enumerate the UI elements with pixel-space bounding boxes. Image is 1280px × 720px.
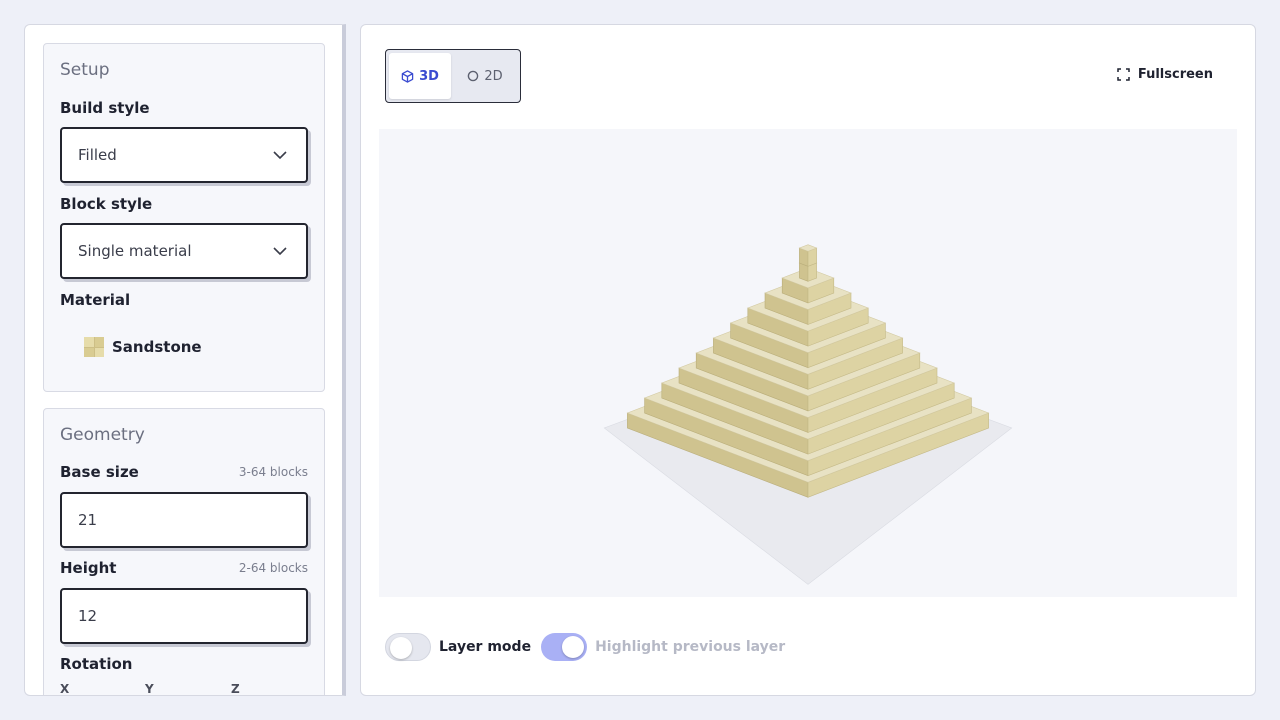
rotation-axis-z: Z — [231, 682, 240, 696]
rotation-label: Rotation — [60, 655, 133, 673]
geometry-card: Geometry Base size 3-64 blocks 21 Height… — [43, 408, 325, 696]
sandstone-swatch-icon — [84, 337, 104, 357]
fullscreen-button[interactable]: Fullscreen — [1117, 67, 1213, 82]
build-style-value: Filled — [78, 146, 117, 164]
layer-mode-label: Layer mode — [439, 639, 532, 655]
layer-mode-switch[interactable] — [385, 633, 431, 661]
build-style-label: Build style — [60, 99, 150, 117]
block-style-label: Block style — [60, 195, 153, 213]
sidebar: Setup Build style Filled Block style Sin… — [24, 24, 346, 696]
cube-icon — [401, 69, 414, 83]
highlight-previous-switch[interactable] — [541, 633, 588, 661]
height-value: 12 — [78, 607, 98, 625]
chevron-down-icon — [273, 247, 287, 256]
setup-title: Setup — [60, 60, 110, 80]
build-style-select[interactable]: Filled — [60, 127, 308, 183]
height-hint: 2-64 blocks — [238, 561, 308, 575]
geometry-title: Geometry — [60, 425, 145, 445]
block-style-value: Single material — [78, 242, 192, 260]
pyramid-3d-render — [603, 244, 1013, 585]
base-size-value: 21 — [78, 511, 98, 529]
fullscreen-icon — [1117, 68, 1130, 81]
highlight-previous-label: Highlight previous layer — [595, 639, 786, 655]
height-input[interactable]: 12 — [60, 588, 308, 644]
3d-viewport[interactable] — [379, 129, 1237, 597]
view-mode-toggle: 3D 2D — [385, 49, 521, 103]
view-3d-label: 3D — [419, 68, 439, 84]
material-name: Sandstone — [112, 338, 202, 356]
layer-controls: Layer mode Highlight previous layer — [385, 633, 795, 661]
circle-icon — [468, 70, 479, 82]
height-label: Height — [60, 559, 117, 577]
setup-card: Setup Build style Filled Block style Sin… — [43, 43, 325, 392]
view-2d-label: 2D — [484, 68, 503, 84]
preview-panel: 3D 2D Fullscreen Layer mode Highlight pr… — [360, 24, 1256, 696]
block-style-select[interactable]: Single material — [60, 223, 308, 279]
fullscreen-label: Fullscreen — [1137, 67, 1213, 82]
material-label: Material — [60, 291, 131, 309]
view-2d-button[interactable]: 2D — [454, 53, 516, 99]
base-size-label: Base size — [60, 463, 139, 481]
view-3d-button[interactable]: 3D — [389, 53, 451, 99]
material-item[interactable]: Sandstone — [84, 337, 202, 357]
rotation-axis-y: Y — [145, 682, 154, 696]
base-size-input[interactable]: 21 — [60, 492, 308, 548]
chevron-down-icon — [273, 151, 287, 160]
base-size-hint: 3-64 blocks — [238, 465, 308, 479]
rotation-axis-x: X — [60, 682, 70, 696]
